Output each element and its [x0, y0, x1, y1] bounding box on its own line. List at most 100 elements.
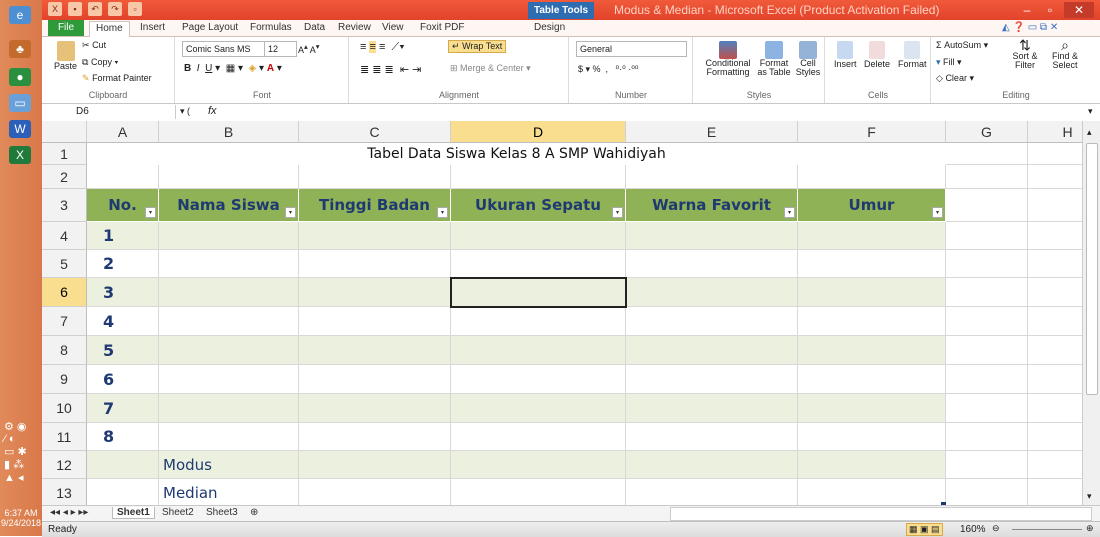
cell-d12[interactable]	[451, 451, 626, 479]
column-header-e[interactable]: E	[626, 121, 798, 143]
copy-button[interactable]: ⧉ Copy ▾	[82, 57, 118, 68]
column-header-c[interactable]: C	[299, 121, 451, 143]
excel-icon[interactable]: X	[9, 146, 31, 164]
tab-home[interactable]: Home	[89, 21, 130, 37]
filter-dropdown-icon[interactable]: ▾	[437, 207, 448, 218]
cell-h12[interactable]	[1028, 451, 1082, 479]
cell-d13[interactable]	[451, 479, 626, 505]
cell-h2[interactable]	[1028, 165, 1082, 189]
column-header-h[interactable]: H	[1028, 121, 1082, 143]
cell-e9[interactable]	[626, 365, 798, 394]
cell-b10[interactable]	[159, 394, 299, 423]
cell-g8[interactable]	[946, 336, 1028, 365]
cell-f7[interactable]	[798, 307, 946, 336]
column-header-g[interactable]: G	[946, 121, 1028, 143]
cell-g3[interactable]	[946, 189, 1028, 222]
table-header-4[interactable]: Ukuran Sepatu ▾	[451, 189, 626, 222]
tab-design[interactable]: Design	[534, 22, 565, 33]
cell-g4[interactable]	[946, 222, 1028, 250]
row-header-10[interactable]: 10	[42, 394, 87, 423]
cell-d4[interactable]	[451, 222, 626, 250]
cell-d2[interactable]	[451, 165, 626, 189]
cell-c10[interactable]	[299, 394, 451, 423]
folder-icon[interactable]: ▭	[9, 94, 31, 112]
formula-input[interactable]	[232, 106, 1072, 119]
tab-review[interactable]: Review	[338, 22, 371, 33]
cell-h11[interactable]	[1028, 423, 1082, 451]
table-header-1[interactable]: No. ▾	[87, 189, 159, 222]
row-header-13[interactable]: 13	[42, 479, 87, 505]
scroll-down-icon[interactable]: ▾	[1087, 491, 1092, 502]
cell-g10[interactable]	[946, 394, 1028, 423]
bold-italic-underline-buttons[interactable]: B I U ▾ ▦ ▾ ◈ ▾ A ▾	[184, 63, 282, 74]
cell-c13[interactable]	[299, 479, 451, 505]
cell-e2[interactable]	[626, 165, 798, 189]
cell-f11[interactable]	[798, 423, 946, 451]
fx-icon[interactable]: fx	[208, 105, 217, 117]
wrap-text-button[interactable]: ↵ Wrap Text	[448, 40, 507, 53]
cell-f9[interactable]	[798, 365, 946, 394]
cell-g5[interactable]	[946, 250, 1028, 278]
cell-f8[interactable]	[798, 336, 946, 365]
sheet-tab-sheet1[interactable]: Sheet1	[112, 507, 155, 519]
clear-button[interactable]: ◇ Clear ▾	[936, 73, 974, 84]
cell-g7[interactable]	[946, 307, 1028, 336]
redo-icon[interactable]: ↷	[108, 2, 122, 16]
row-header-1[interactable]: 1	[42, 143, 87, 165]
format-cells-button[interactable]: Format	[898, 41, 927, 69]
row-header-11[interactable]: 11	[42, 423, 87, 451]
cell-g11[interactable]	[946, 423, 1028, 451]
cell-b9[interactable]	[159, 365, 299, 394]
zoom-slider[interactable]	[1012, 529, 1082, 530]
insert-cells-button[interactable]: Insert	[834, 41, 857, 69]
cell-h13[interactable]	[1028, 479, 1082, 505]
cell-b11[interactable]	[159, 423, 299, 451]
cell-f2[interactable]	[798, 165, 946, 189]
cell-e5[interactable]	[626, 250, 798, 278]
row-header-12[interactable]: 12	[42, 451, 87, 479]
name-box[interactable]: D6	[46, 105, 176, 119]
name-box-dropdown-icon[interactable]: ▾ (	[180, 106, 190, 117]
cut-button[interactable]: ✂ Cut	[82, 40, 106, 51]
cell-c11[interactable]	[299, 423, 451, 451]
cell-f13[interactable]	[798, 479, 946, 505]
cell-g6[interactable]	[946, 278, 1028, 307]
cell-b6[interactable]	[159, 278, 299, 307]
minimize-icon[interactable]: –	[1017, 2, 1037, 18]
filter-dropdown-icon[interactable]: ▾	[784, 207, 795, 218]
font-size-select[interactable]: 12	[264, 41, 297, 57]
row-header-2[interactable]: 2	[42, 165, 87, 189]
cell-e4[interactable]	[626, 222, 798, 250]
save-icon[interactable]: ▪	[68, 2, 82, 16]
active-cell-outline[interactable]	[450, 277, 627, 308]
cell-c2[interactable]	[299, 165, 451, 189]
cell-d8[interactable]	[451, 336, 626, 365]
cell-c6[interactable]	[299, 278, 451, 307]
cell-b5[interactable]	[159, 250, 299, 278]
cell-f4[interactable]	[798, 222, 946, 250]
cell-c12[interactable]	[299, 451, 451, 479]
cell-e6[interactable]	[626, 278, 798, 307]
insert-sheet-icon[interactable]: ⊕	[250, 507, 258, 518]
cell-d10[interactable]	[451, 394, 626, 423]
paste-button[interactable]: Paste	[54, 41, 77, 71]
table-header-5[interactable]: Warna Favorit ▾	[626, 189, 798, 222]
merge-center-button[interactable]: ⊞ Merge & Center ▾	[450, 63, 531, 74]
filter-dropdown-icon[interactable]: ▾	[612, 207, 623, 218]
cell-e12[interactable]	[626, 451, 798, 479]
cell-e7[interactable]	[626, 307, 798, 336]
row-header-4[interactable]: 4	[42, 222, 87, 250]
table-header-2[interactable]: Nama Siswa ▾	[159, 189, 299, 222]
number-format-select[interactable]: General	[576, 41, 687, 57]
cell-h5[interactable]	[1028, 250, 1082, 278]
cell-h7[interactable]	[1028, 307, 1082, 336]
row-header-9[interactable]: 9	[42, 365, 87, 394]
cell-d9[interactable]	[451, 365, 626, 394]
cell-b8[interactable]	[159, 336, 299, 365]
tab-formulas[interactable]: Formulas	[250, 22, 292, 33]
cell-c5[interactable]	[299, 250, 451, 278]
cell-a13[interactable]	[87, 479, 159, 505]
cell-g2[interactable]	[946, 165, 1028, 189]
cell-c9[interactable]	[299, 365, 451, 394]
cell-h8[interactable]	[1028, 336, 1082, 365]
